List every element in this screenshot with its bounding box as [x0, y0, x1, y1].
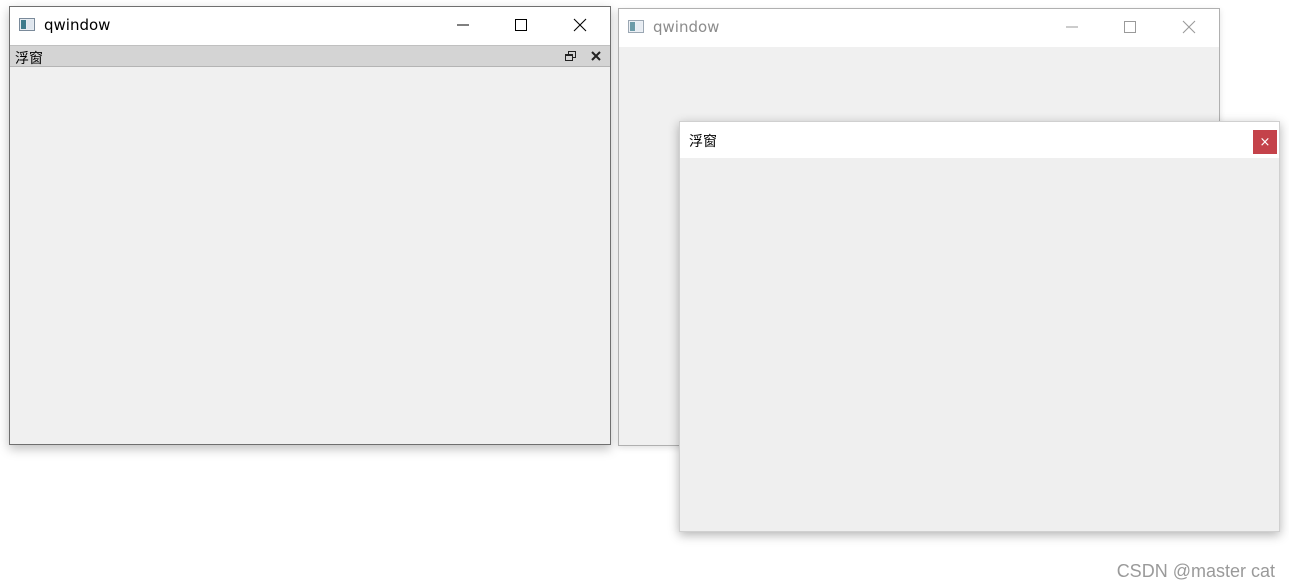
main-window-left: qwindow 浮窗 — [9, 6, 611, 445]
title-bar[interactable]: qwindow — [10, 7, 610, 45]
dock-widget-title-bar[interactable]: 浮窗 — [10, 45, 610, 67]
floating-dock-window: 浮窗 × — [679, 121, 1280, 532]
close-icon — [1182, 20, 1196, 34]
maximize-icon — [515, 19, 527, 31]
title-bar[interactable]: qwindow — [619, 9, 1219, 47]
app-window-icon — [19, 18, 35, 31]
floating-close-button[interactable]: × — [1253, 130, 1277, 154]
close-icon — [591, 51, 601, 61]
window-title: qwindow — [44, 16, 111, 34]
close-button[interactable] — [1160, 9, 1218, 45]
dock-widget-title: 浮窗 — [15, 51, 43, 67]
close-icon — [573, 18, 587, 32]
watermark: CSDN @master cat — [1116, 561, 1275, 581]
minimize-button[interactable] — [1043, 9, 1101, 45]
float-restore-icon — [564, 51, 576, 61]
maximize-button[interactable] — [1101, 9, 1159, 45]
close-icon: × — [1259, 134, 1271, 150]
dock-close-button[interactable] — [587, 48, 605, 64]
minimize-icon — [1066, 26, 1078, 28]
window-title: qwindow — [653, 18, 720, 36]
floating-title-bar[interactable]: 浮窗 × — [680, 122, 1279, 158]
app-window-icon — [628, 20, 644, 33]
floating-window-title: 浮窗 — [689, 134, 717, 150]
dock-float-button[interactable] — [561, 48, 579, 64]
maximize-button[interactable] — [492, 7, 550, 43]
minimize-button[interactable] — [434, 7, 492, 43]
close-button[interactable] — [551, 7, 609, 43]
minimize-icon — [457, 24, 469, 26]
maximize-icon — [1124, 21, 1136, 33]
